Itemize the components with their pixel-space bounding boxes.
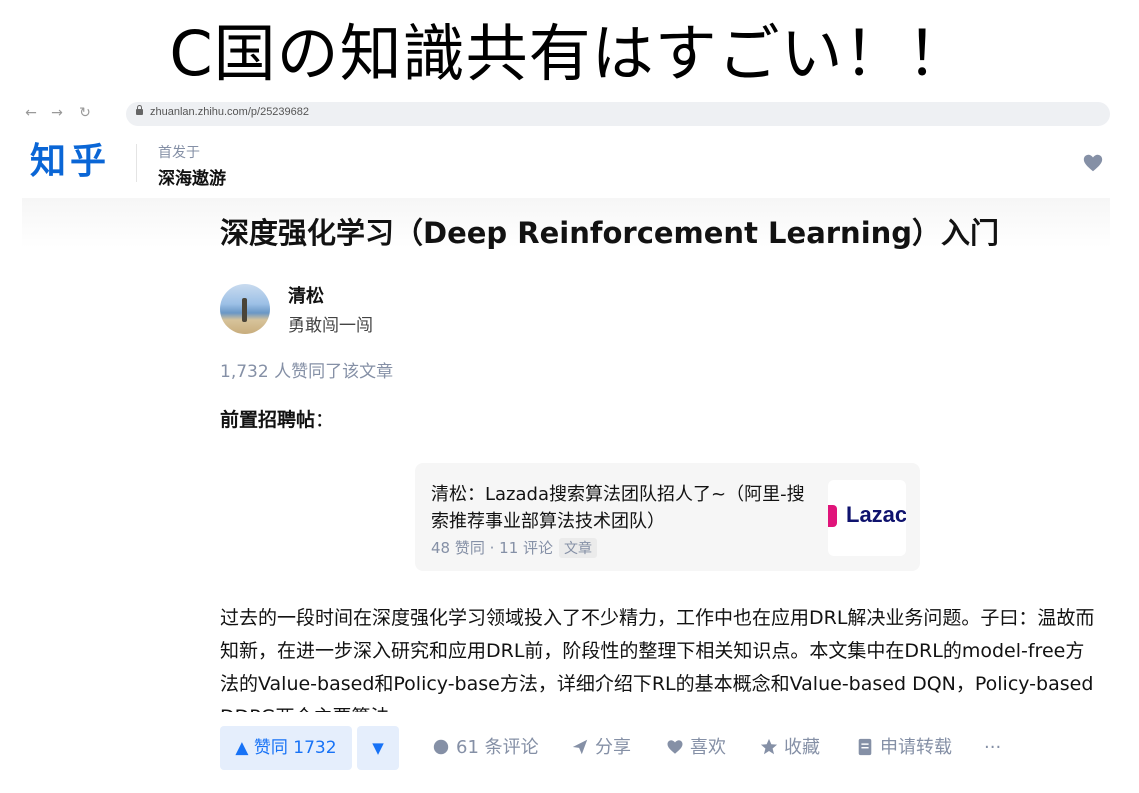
author-name[interactable]: 清松 bbox=[288, 282, 324, 308]
lock-icon bbox=[136, 105, 143, 115]
more-button[interactable]: ··· bbox=[984, 726, 1001, 770]
article-body: 过去的一段时间在深度强化学习领域投入了不少精力，工作中也在应用DRL解决业务问题… bbox=[220, 602, 1110, 712]
share-icon bbox=[572, 739, 588, 755]
site-header: 知乎 首发于 深海遨游 bbox=[22, 130, 1110, 198]
author-avatar[interactable] bbox=[220, 284, 270, 334]
zhihu-logo[interactable]: 知乎 bbox=[30, 140, 110, 184]
heart-icon bbox=[667, 740, 683, 754]
card-meta: 48 赞同 · 11 评论 文章 bbox=[431, 537, 598, 558]
share-button[interactable]: 分享 bbox=[571, 726, 631, 770]
card-meta-text: 48 赞同 · 11 评论 bbox=[431, 539, 554, 557]
like-button[interactable]: 喜欢 bbox=[666, 726, 726, 770]
pre-label: 前置招聘帖： bbox=[220, 405, 334, 432]
first-published-label: 首发于 bbox=[158, 145, 200, 161]
vote-down-button[interactable]: ▼ bbox=[357, 726, 399, 770]
comments-button[interactable]: 61 条评论 bbox=[432, 726, 539, 770]
favorite-label: 收藏 bbox=[784, 737, 820, 758]
link-card[interactable]: 清松：Lazada搜索算法团队招人了~（阿里-搜索推荐事业部算法技术团队） 48… bbox=[415, 463, 920, 571]
vote-up-button[interactable]: ▲ 赞同 1732 bbox=[220, 726, 352, 770]
header-divider bbox=[136, 144, 137, 182]
avatar-figure bbox=[242, 298, 247, 322]
repost-button[interactable]: 申请转载 bbox=[856, 726, 952, 770]
document-icon bbox=[858, 738, 872, 756]
article-title: 深度强化学习（Deep Reinforcement Learning）入门 bbox=[220, 216, 1000, 250]
favorite-button[interactable]: 收藏 bbox=[760, 726, 820, 770]
headline-text: C国の知識共有はすごい！！ bbox=[169, 17, 970, 90]
comments-label: 61 条评论 bbox=[456, 737, 539, 758]
back-icon[interactable]: ← bbox=[22, 104, 40, 122]
lazada-logo-text: Lazac bbox=[846, 502, 906, 527]
browser-address-bar: ← → ↻ zhuanlan.zhihu.com/p/25239682 bbox=[22, 100, 1110, 128]
comment-icon bbox=[433, 739, 449, 755]
article-paragraph: 过去的一段时间在深度强化学习领域投入了不少精力，工作中也在应用DRL解决业务问题… bbox=[220, 607, 1095, 712]
star-icon bbox=[760, 738, 778, 755]
card-title[interactable]: 清松：Lazada搜索算法团队招人了~（阿里-搜索推荐事业部算法技术团队） bbox=[431, 481, 811, 535]
reload-icon[interactable]: ↻ bbox=[76, 104, 94, 122]
url-input[interactable]: zhuanlan.zhihu.com/p/25239682 bbox=[126, 102, 1110, 126]
action-bar: ▲ 赞同 1732 ▼ 61 条评论 分享 喜欢 收藏 申请转载 ··· bbox=[220, 726, 1100, 770]
pre-label-bold: 前置招聘帖 bbox=[220, 409, 316, 431]
forward-icon[interactable]: → bbox=[48, 104, 66, 122]
pre-label-colon: ： bbox=[315, 409, 335, 431]
share-label: 分享 bbox=[595, 737, 631, 758]
heart-icon[interactable] bbox=[1082, 152, 1104, 174]
url-text: zhuanlan.zhihu.com/p/25239682 bbox=[150, 106, 310, 118]
like-label: 喜欢 bbox=[690, 737, 726, 758]
author-bio: 勇敢闯一闯 bbox=[288, 316, 373, 336]
vote-summary: 1,732 人赞同了该文章 bbox=[220, 362, 394, 382]
card-tag: 文章 bbox=[559, 538, 598, 558]
column-name-link[interactable]: 深海遨游 bbox=[158, 164, 226, 189]
repost-label: 申请转载 bbox=[880, 737, 952, 758]
lazada-logo-icon bbox=[828, 505, 837, 527]
card-thumbnail[interactable]: Lazac bbox=[828, 480, 906, 556]
